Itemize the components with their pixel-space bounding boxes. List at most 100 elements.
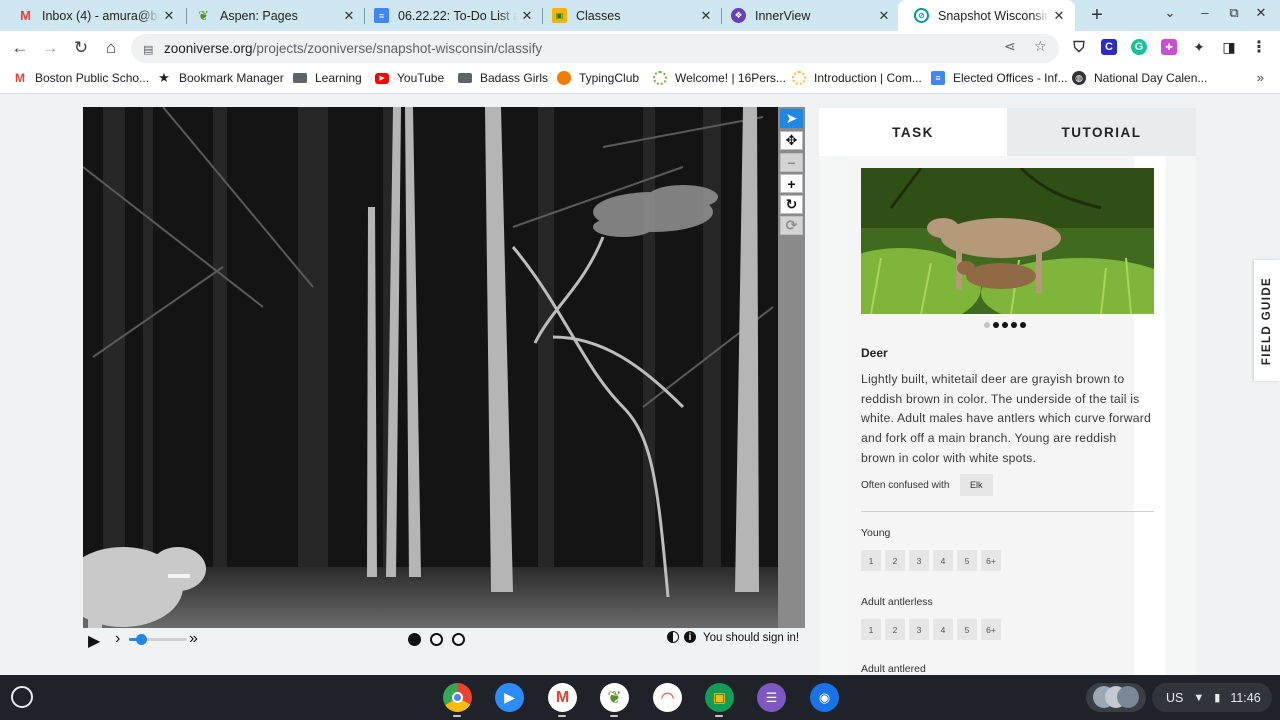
- running-indicator: [715, 715, 723, 717]
- slower-icon[interactable]: ›: [115, 630, 120, 648]
- new-tab-button[interactable]: +: [1087, 4, 1107, 26]
- zoom-in-icon[interactable]: +: [780, 174, 803, 193]
- maximize-button[interactable]: ⧉: [1224, 5, 1244, 21]
- count-option[interactable]: 5: [957, 550, 977, 571]
- minimize-button[interactable]: –: [1195, 5, 1215, 20]
- count-option[interactable]: 1: [861, 619, 881, 640]
- bookmark-16personalities-introduction[interactable]: Introduction | Com...: [792, 71, 922, 85]
- bookmark-manager[interactable]: ★ Bookmark Manager: [157, 70, 284, 85]
- count-option[interactable]: 5: [957, 619, 977, 640]
- close-tab-icon[interactable]: ✕: [339, 8, 359, 24]
- bookmark-typingclub[interactable]: TypingClub: [557, 71, 639, 85]
- home-icon[interactable]: ⌂: [100, 37, 122, 59]
- carousel-dots[interactable]: [984, 322, 1026, 328]
- count-option[interactable]: 6+: [981, 550, 1001, 571]
- google-classroom-icon[interactable]: ▣: [705, 683, 734, 712]
- chrome-icon[interactable]: [443, 683, 472, 712]
- count-option[interactable]: 3: [909, 619, 929, 640]
- close-tab-icon[interactable]: ✕: [159, 8, 179, 24]
- side-panel-icon[interactable]: ◨: [1221, 39, 1237, 55]
- bookmark-national-day-calendar[interactable]: ◍ National Day Calen...: [1072, 71, 1207, 85]
- carousel-dot[interactable]: [1020, 322, 1026, 328]
- reset-view-icon[interactable]: ⟳: [780, 216, 803, 235]
- status-area[interactable]: US ▼ ▮ 11:46: [1152, 683, 1272, 712]
- count-option[interactable]: 3: [909, 550, 929, 571]
- move-pan-icon[interactable]: ✥: [780, 131, 803, 150]
- playback-controls: ▶ › » i You should sign in!: [83, 628, 805, 652]
- gmail-icon[interactable]: M: [548, 683, 577, 712]
- tab-classes[interactable]: ▣ Classes ✕: [536, 0, 722, 31]
- aspen-leaf-icon[interactable]: ❦: [600, 683, 629, 712]
- tab-snapshot-wisconsin[interactable]: ⊘ Snapshot Wisconsin ✕: [898, 0, 1075, 31]
- faster-icon[interactable]: »: [189, 630, 198, 648]
- count-option[interactable]: 2: [885, 550, 905, 571]
- bookmarks-overflow-icon[interactable]: »: [1257, 70, 1264, 85]
- close-window-button[interactable]: ✕: [1251, 5, 1271, 21]
- carousel-dot[interactable]: [1002, 322, 1008, 328]
- close-tab-icon[interactable]: ✕: [517, 8, 537, 24]
- launcher-icon[interactable]: [11, 686, 33, 708]
- puzzle-extension-icon[interactable]: ✚: [1161, 39, 1177, 55]
- close-tab-icon[interactable]: ✕: [874, 8, 894, 24]
- zoom-icon[interactable]: ▶: [495, 683, 524, 712]
- field-guide-tab[interactable]: FIELD GUIDE: [1254, 260, 1280, 381]
- bookmark-folder-badass-girls[interactable]: Badass Girls: [458, 71, 548, 85]
- confused-with-chip[interactable]: Elk: [960, 474, 993, 496]
- forward-arrow-icon[interactable]: →: [39, 37, 61, 59]
- tab-tutorial[interactable]: TUTORIAL: [1007, 108, 1196, 156]
- clock: 11:46: [1230, 690, 1261, 705]
- tab-todo-doc[interactable]: ≡ 06.22.22: To-Do List an ✕: [358, 0, 543, 31]
- tray-holding-space[interactable]: [1086, 683, 1146, 712]
- tab-innerview[interactable]: ❖ InnerView ✕: [715, 0, 900, 31]
- back-arrow-icon[interactable]: ←: [9, 37, 31, 59]
- frame-1-button[interactable]: [408, 633, 421, 646]
- reload-icon[interactable]: ↻: [70, 37, 92, 59]
- invert-colors-icon[interactable]: [667, 631, 679, 643]
- extensions-icon[interactable]: ✦: [1191, 39, 1207, 55]
- menu-kebab-icon[interactable]: ⋮: [1251, 39, 1267, 56]
- rotate-icon[interactable]: ↻: [780, 195, 803, 214]
- close-tab-icon[interactable]: ✕: [1049, 8, 1069, 24]
- count-option[interactable]: 6+: [981, 619, 1001, 640]
- screenshot-camera-icon[interactable]: ◉: [810, 683, 839, 712]
- count-option[interactable]: 1: [861, 550, 881, 571]
- google-drawings-icon[interactable]: ◠: [653, 683, 682, 712]
- c-extension-icon[interactable]: C: [1101, 39, 1117, 55]
- bookmark-folder-learning[interactable]: Learning: [293, 71, 362, 85]
- tab-gmail[interactable]: M Inbox (4) - amura@bost ✕: [2, 0, 185, 31]
- speed-slider-handle[interactable]: [135, 634, 147, 645]
- count-option[interactable]: 2: [885, 619, 905, 640]
- frame-3-button[interactable]: [452, 633, 465, 646]
- speed-slider[interactable]: [129, 634, 187, 645]
- carousel-dot[interactable]: [984, 322, 990, 328]
- shield-extension-icon[interactable]: ⛉: [1071, 39, 1087, 56]
- signin-message: You should sign in!: [703, 632, 800, 644]
- tab-aspen[interactable]: ❦ Aspen: Pages ✕: [180, 0, 365, 31]
- play-icon[interactable]: ▶: [88, 631, 100, 651]
- close-tab-icon[interactable]: ✕: [696, 8, 716, 24]
- info-icon[interactable]: i: [684, 631, 696, 643]
- confused-with-label: Often confused with: [861, 480, 950, 491]
- zoom-out-icon[interactable]: −: [780, 153, 803, 172]
- share-icon[interactable]: ⋖: [1004, 38, 1016, 55]
- bookmark-16personalities-welcome[interactable]: Welcome! | 16Pers...: [653, 71, 786, 85]
- tab-task[interactable]: TASK: [819, 108, 1007, 156]
- bookmark-youtube[interactable]: ▶ YouTube: [375, 71, 444, 85]
- frame-2-button[interactable]: [430, 633, 443, 646]
- bookmark-boston-public-schools[interactable]: M Boston Public Scho...: [13, 71, 149, 85]
- count-option[interactable]: 4: [933, 550, 953, 571]
- carousel-dot[interactable]: [993, 322, 999, 328]
- annotate-pointer-icon[interactable]: ➤: [780, 109, 803, 128]
- subject-image[interactable]: [83, 107, 778, 628]
- count-option[interactable]: 4: [933, 619, 953, 640]
- grammarly-icon[interactable]: G: [1131, 39, 1147, 55]
- google-forms-icon[interactable]: ☰: [757, 683, 786, 712]
- tab-search-button[interactable]: ⌄: [1160, 5, 1180, 21]
- bookmark-elected-offices[interactable]: ≡ Elected Offices - Inf...: [931, 71, 1068, 85]
- address-bar[interactable]: ▤ zooniverse.org/projects/zooniverse/sna…: [131, 34, 1059, 63]
- viewer-toolbar: ➤ ✥ − + ↻ ⟳: [778, 107, 805, 628]
- site-info-icon[interactable]: ▤: [143, 43, 155, 56]
- bookmark-star-icon[interactable]: ☆: [1034, 38, 1047, 55]
- adult-antlerless-count-options: 1 2 3 4 5 6+: [861, 619, 1001, 640]
- carousel-dot[interactable]: [1011, 322, 1017, 328]
